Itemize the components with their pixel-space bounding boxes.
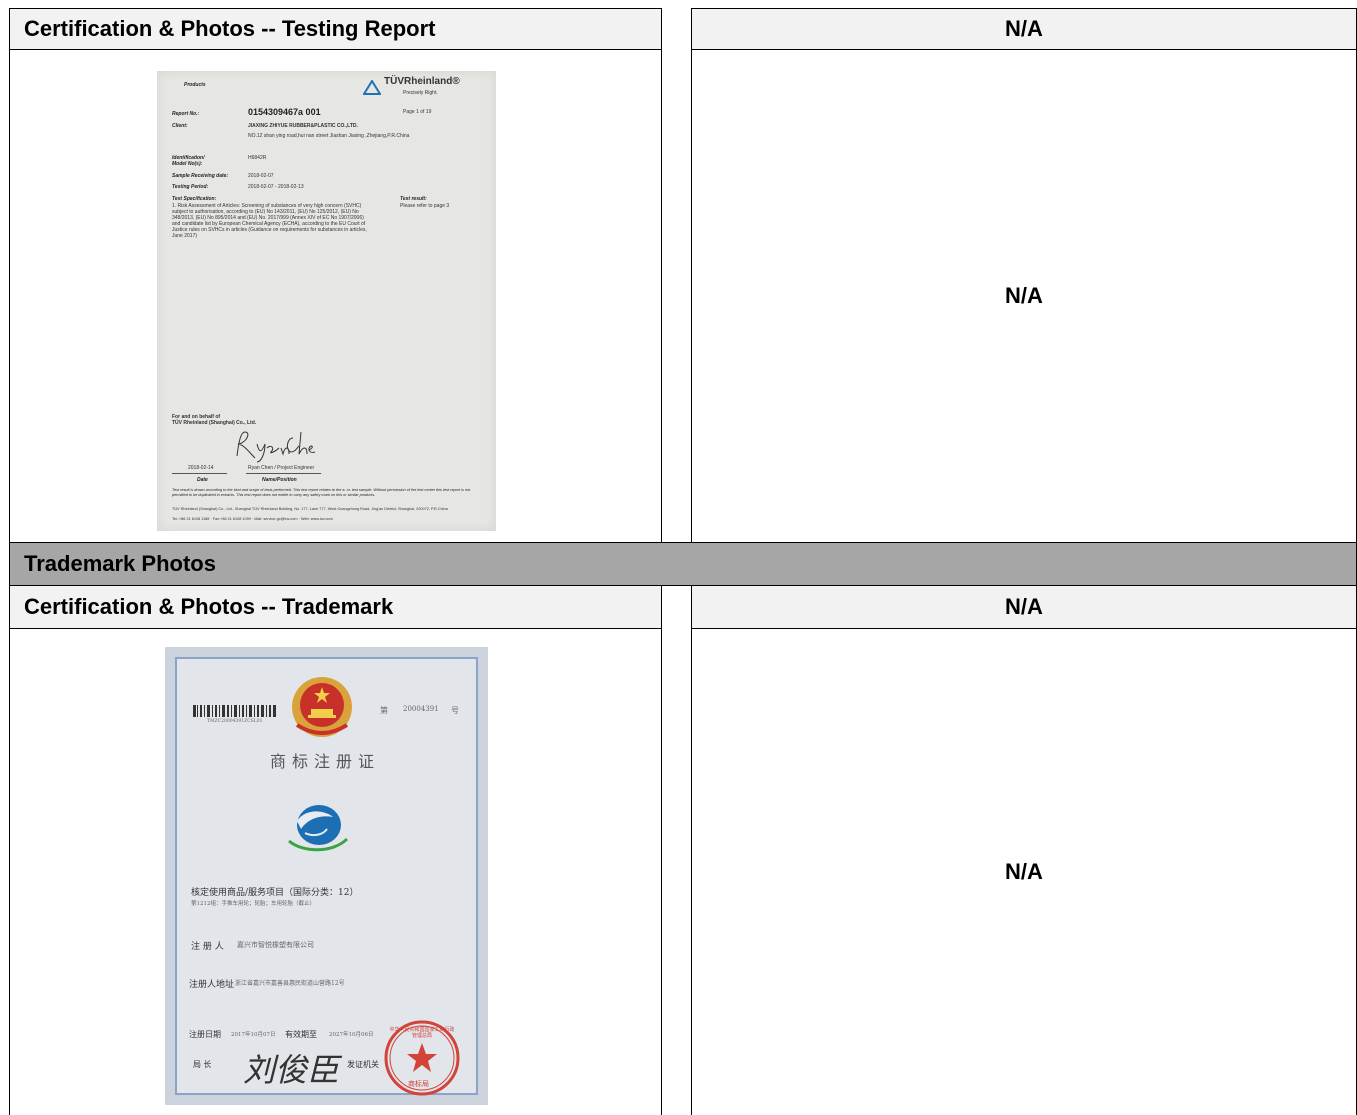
tuv-logo-icon [363, 80, 381, 95]
model-number: H6842R [248, 155, 267, 161]
registrant: 嘉兴市智悦橡塑有限公司 [237, 941, 314, 949]
director-label: 局 长 [193, 1060, 212, 1069]
result-value: Please refer to page 3 [400, 203, 450, 209]
trademark-status-header: N/A [691, 585, 1357, 629]
trademark-status-value: N/A [1005, 859, 1043, 884]
trademark-photos-section: Trademark Photos [9, 542, 1357, 586]
national-emblem-icon [292, 677, 352, 737]
testing-report-status-value: N/A [1005, 283, 1043, 308]
cert-title: 商标注册证 [270, 752, 381, 771]
page-number: Page 1 of 19 [403, 109, 432, 115]
testing-report-header-label: Certification & Photos -- Testing Report [24, 16, 436, 41]
testing-report-status-cell: N/A [691, 49, 1357, 543]
client-name: JIAXING ZHIYUE RUBBER&PLASTIC CO.,LTD. [248, 123, 358, 129]
testing-period-label: Testing Period: [172, 184, 209, 190]
result-label: Test result: [400, 196, 427, 202]
testing-report-status-header: N/A [691, 8, 1357, 50]
products-label: Products [184, 82, 206, 88]
trademark-status-cell: N/A [691, 628, 1357, 1115]
report-no-label: Report No.: [172, 111, 200, 117]
testing-report-status-label: N/A [1005, 16, 1043, 41]
director-signature: 刘俊臣 [243, 1051, 340, 1089]
ryan-chen-signature [236, 431, 316, 463]
valid-date: 2027年10月06日 [329, 1032, 374, 1038]
testing-report-header: Certification & Photos -- Testing Report [9, 8, 662, 50]
seal-text: 中华人民共和国国家工商行政管理总局 [389, 1027, 455, 1039]
spec-label: Test Specification: [172, 196, 217, 202]
sign-date: 2018-02-14 [188, 465, 214, 471]
trademark-status-label: N/A [1005, 594, 1043, 619]
trademark-photos-title: Trademark Photos [24, 551, 216, 576]
testing-period: 2018-02-07 - 2018-02-13 [248, 184, 304, 190]
spec-text: 1. Risk Assessment of Articles: Screenin… [172, 203, 367, 239]
tuv-report-photo: Products TÜVRheinland® Precisely Right. … [157, 71, 496, 531]
sign-name: Ryan Chen / Project Engineer [248, 465, 315, 471]
trademark-header: Certification & Photos -- Trademark [9, 585, 662, 629]
address-label: 注册人地址 [189, 980, 235, 990]
tuv-footer-contact: Tel.:+86 21 6108 1188 · Fax:+86 21 6108 … [172, 517, 333, 521]
seal-bottom: 商标局 [408, 1080, 429, 1088]
date-label: Date [197, 477, 208, 483]
trademark-logo-icon [288, 805, 349, 852]
reg-date-label: 注册日期 [189, 1030, 221, 1039]
model-label: Model No(s): [172, 161, 203, 167]
trademark-certificate-photo: TMZC20004391ZCSL01 第 20004391 号 商标注册证 核定… [165, 647, 488, 1105]
name-position-label: Name/Position [262, 477, 297, 483]
issuer-label: 发证机关 [347, 1060, 379, 1069]
receiving-label: Sample Receiving date: [172, 173, 229, 179]
barcode-icon [193, 705, 276, 717]
cert-number: 20004391 [403, 705, 439, 713]
barcode-text: TMZC20004391ZCSL01 [207, 719, 263, 724]
registrant-label: 注 册 人 [191, 942, 224, 952]
disclaimer: Test result is drawn according to the ki… [172, 488, 471, 497]
reg-date: 2017年10月07日 [231, 1032, 276, 1038]
report-no: 0154309467a 001 [248, 107, 321, 117]
goods-label: 核定使用商品/服务项目（国际分类：12） [191, 888, 359, 898]
tuv-brand: TÜVRheinland® [384, 76, 460, 87]
client-address: NO.12 shan ying road,hui nan street Jias… [248, 133, 410, 139]
tuv-slogan: Precisely Right. [403, 90, 438, 96]
trademark-header-label: Certification & Photos -- Trademark [24, 594, 394, 619]
tuv-footer: TÜV Rheinland (Shanghai) Co., Ltd., Shan… [172, 507, 448, 511]
goods-detail: 第1212组：手推车用轮；轮胎；车用轮胎（截止） [191, 901, 315, 907]
cert-number-suffix: 号 [451, 706, 459, 715]
address: 浙江省嘉兴市嘉善县惠民街道山营路12号 [235, 980, 345, 987]
client-label: Client: [172, 123, 188, 129]
cert-number-prefix: 第 [380, 706, 388, 715]
valid-label: 有效期至 [285, 1030, 317, 1039]
receiving-date: 2018-02-07 [248, 173, 274, 179]
